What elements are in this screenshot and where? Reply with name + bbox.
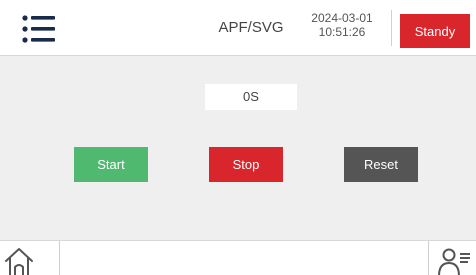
header-divider (391, 10, 392, 46)
date-text: 2024-03-01 (311, 11, 373, 25)
start-button[interactable]: Start (74, 147, 148, 182)
menu-button[interactable] (22, 14, 56, 44)
home-icon (5, 248, 33, 275)
hamburger-list-icon (22, 15, 55, 43)
user-menu-icon (438, 248, 470, 275)
datetime-display: 2024-03-01 10:51:26 (300, 11, 384, 39)
timer-display: 0S (205, 84, 297, 110)
user-menu-button[interactable] (428, 241, 476, 275)
stop-button[interactable]: Stop (209, 147, 283, 182)
page-title: APF/SVG (218, 19, 284, 36)
bottom-bar (0, 240, 476, 275)
status-button[interactable]: Standy (400, 14, 470, 48)
home-button[interactable] (0, 241, 60, 275)
time-text: 10:51:26 (318, 25, 366, 39)
top-bar: APF/SVG 2024-03-01 10:51:26 Standy (0, 0, 476, 56)
reset-button[interactable]: Reset (344, 147, 418, 182)
